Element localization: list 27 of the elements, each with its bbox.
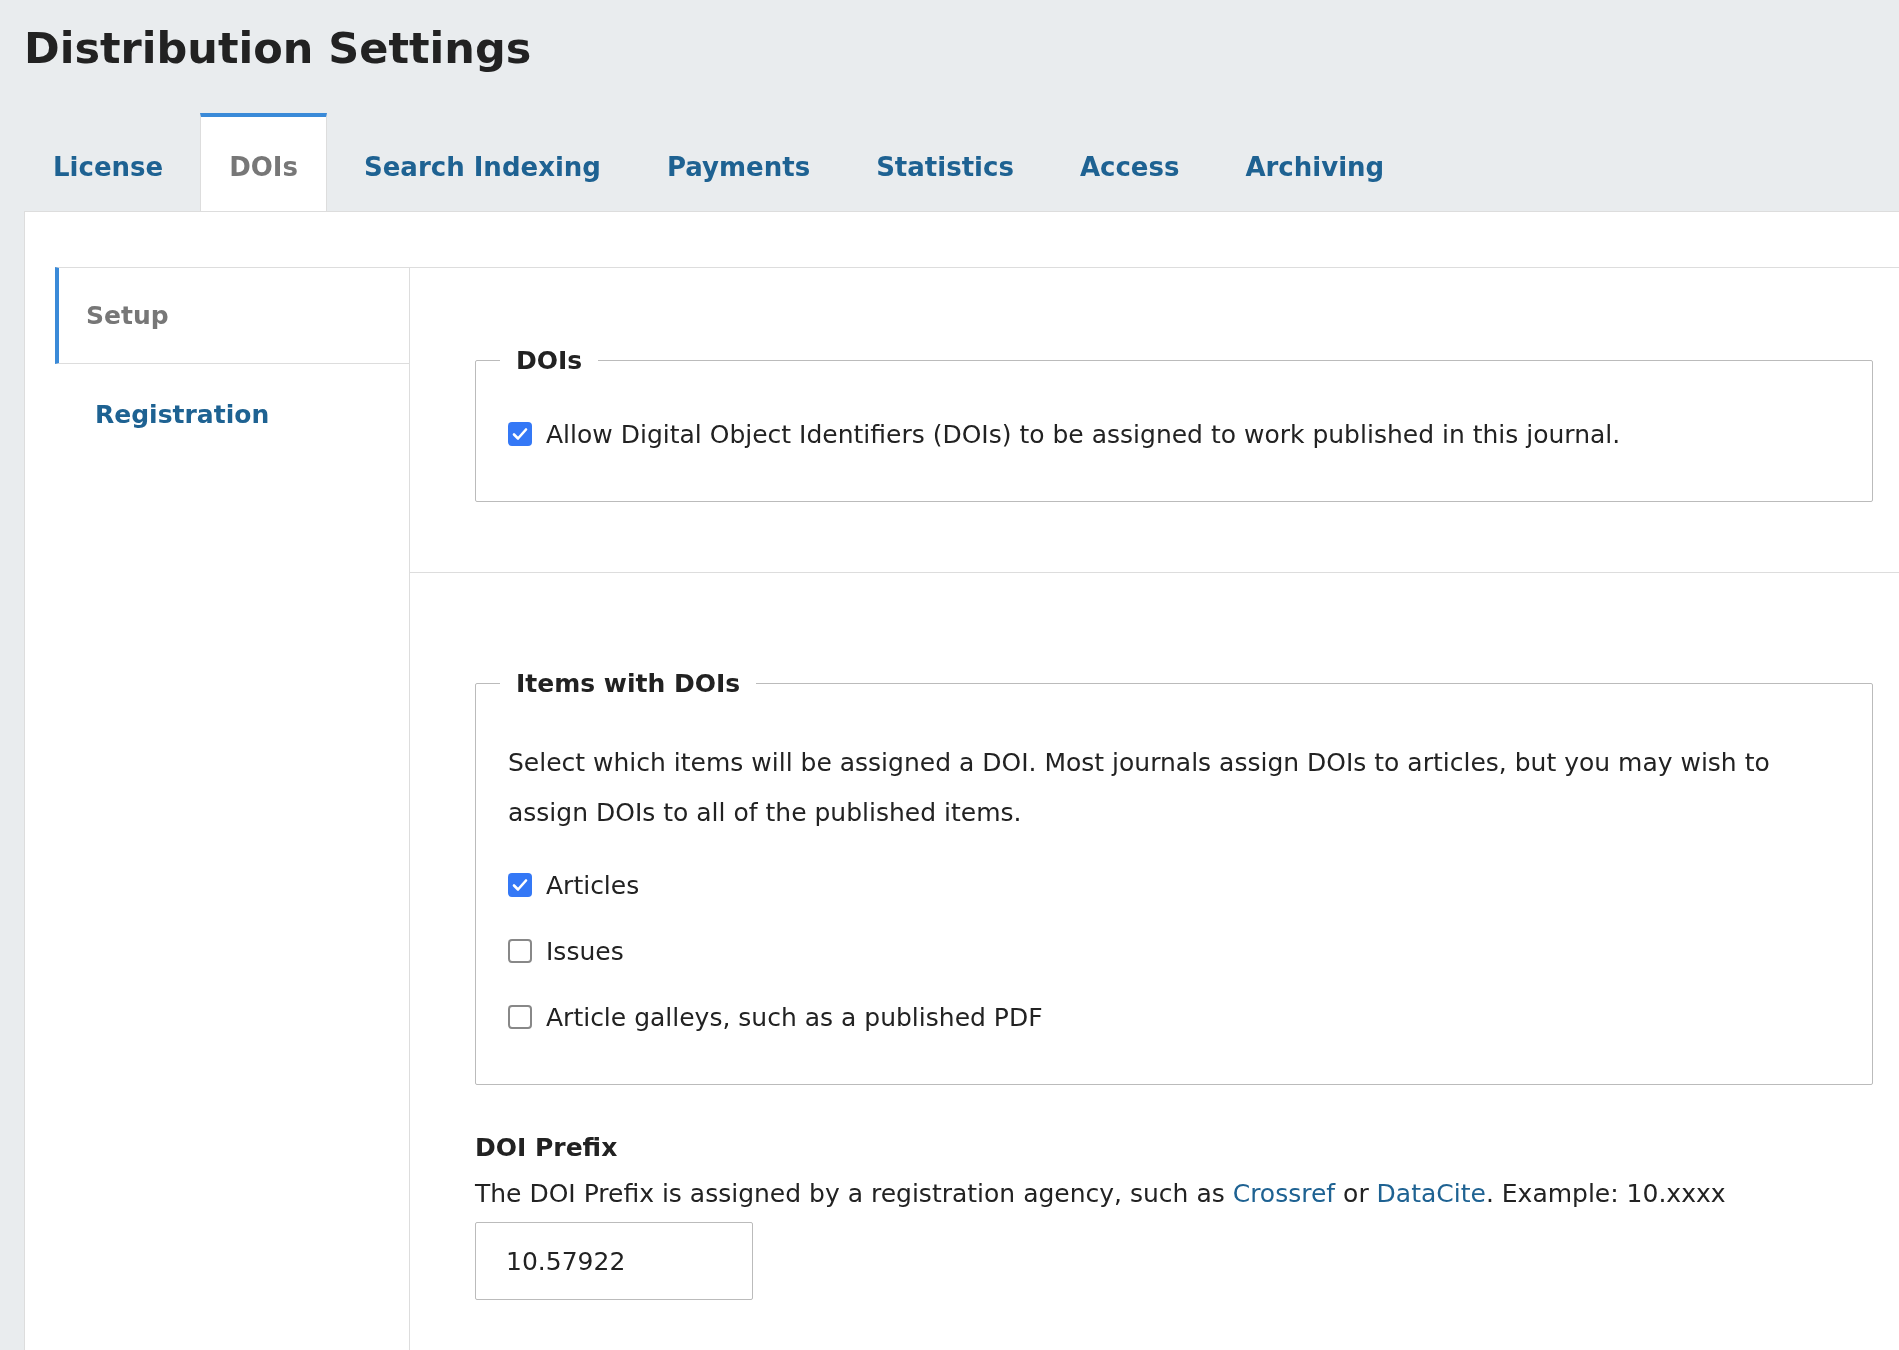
fieldset-legend: Items with DOIs (500, 669, 757, 698)
checkbox-label: Article galleys, such as a published PDF (546, 1002, 1043, 1032)
description-text: Select which items will be assigned a DOI. Most journals assign DOIs to articles, but you may wish to assign DOIs to all of the published items. (508, 747, 1771, 829)
doi-prefix-input[interactable]: 10.57922 (475, 1222, 753, 1300)
check-icon (511, 425, 529, 443)
agency-link[interactable]: DataCite (1376, 1179, 1486, 1208)
tab[interactable]: DOIs (200, 113, 327, 211)
page-title: Distribution Settings (23, 22, 533, 75)
checkbox[interactable] (508, 422, 532, 446)
agency-link[interactable]: Crossref (1232, 1179, 1336, 1208)
checkbox[interactable] (508, 873, 532, 897)
checkbox-label: Issues (546, 936, 624, 966)
checkbox[interactable] (508, 939, 532, 963)
tab[interactable]: Payments (637, 113, 840, 211)
checkbox[interactable] (508, 1005, 532, 1029)
tab[interactable]: Archiving (1216, 113, 1414, 211)
sidebar-item[interactable]: Setup (55, 267, 409, 364)
field-description: The DOI Prefix is assigned by a registration agency, such as Crossref or DataCite. Example: 10.xxxx (475, 1178, 1727, 1210)
fieldset-legend: DOIs (500, 346, 599, 375)
tab[interactable]: Search Indexing (335, 113, 630, 211)
tab[interactable]: Statistics (847, 113, 1043, 211)
tab[interactable]: License (24, 113, 193, 211)
check-icon (511, 876, 529, 894)
field-label: DOI Prefix (475, 1133, 619, 1162)
tab[interactable]: Access (1050, 113, 1209, 211)
checkbox-label: Articles (546, 870, 640, 900)
checkbox-label: Allow Digital Object Identifiers (DOIs) to be assigned to work published in this journal. (546, 419, 1621, 449)
